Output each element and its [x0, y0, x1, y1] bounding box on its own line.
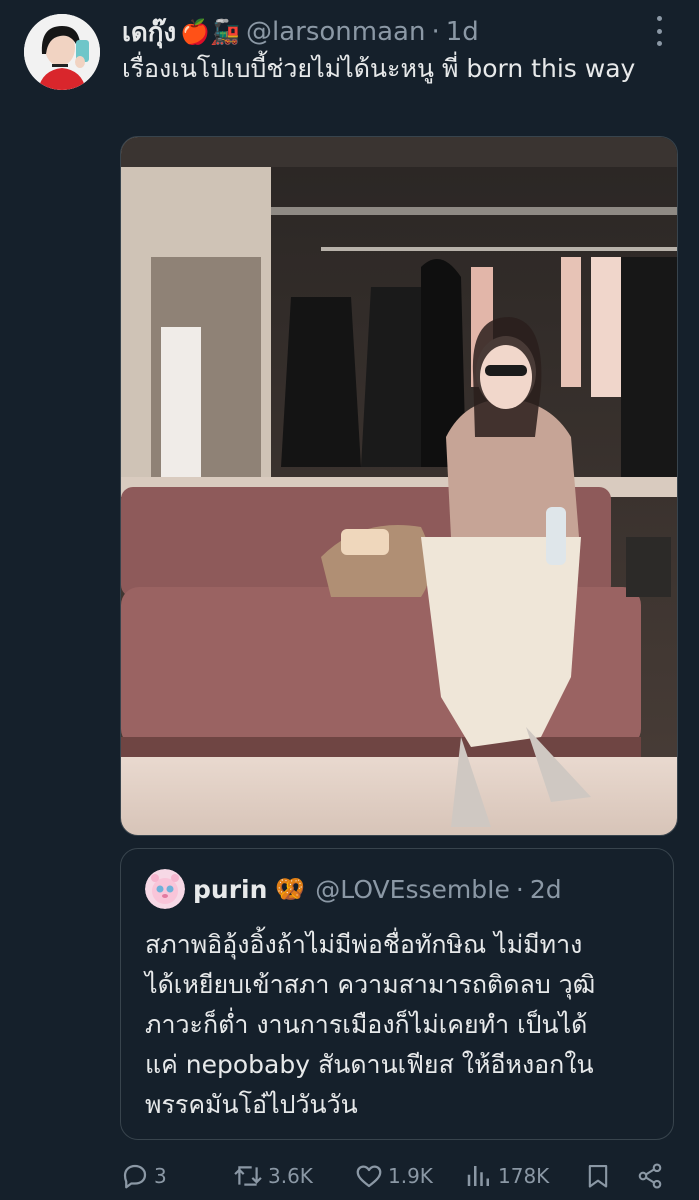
bookmark-icon — [588, 1165, 608, 1188]
quoted-text-line: สภาพอิอุ้งอิ้งถ้าไม่มีพ่อชื่อทักษิณ ไม่ม… — [145, 930, 583, 959]
views-icon — [467, 1166, 489, 1186]
heart-icon — [356, 1165, 382, 1188]
author-avatar[interactable] — [24, 14, 100, 90]
retweet-count: 3.6K — [268, 1164, 313, 1188]
reply-button[interactable]: 3 — [120, 1161, 167, 1191]
tweet-action-bar: 3 3.6K 1.9K 178K — [120, 1156, 670, 1196]
author-avatar-image — [24, 14, 100, 90]
retweet-button[interactable]: 3.6K — [232, 1161, 313, 1191]
quoted-tweet-header: purin 🥨 @LOVEssembIe · 2d — [193, 869, 562, 909]
tweet-header: เดกุ๊ง 🍎🚂 @larsonmaan · 1d — [122, 12, 639, 52]
more-vertical-icon[interactable] — [647, 16, 671, 46]
quoted-author-handle[interactable]: @LOVEssembIe — [315, 875, 510, 904]
header-separator: · — [431, 17, 440, 47]
quoted-author-emoji-badge: 🥨 — [275, 875, 306, 903]
author-emoji-badges: 🍎🚂 — [180, 18, 240, 46]
share-icon — [638, 1163, 662, 1189]
author-handle[interactable]: @larsonmaan — [246, 17, 425, 47]
tweet-timestamp[interactable]: 1d — [446, 17, 479, 47]
quoted-header-separator: · — [515, 874, 524, 904]
share-button[interactable] — [636, 1161, 668, 1191]
tweet-text: เรื่องเนโปเบบี้ช่วยไม่ได้นะหนู พี่ born … — [122, 54, 636, 83]
quoted-text-line: ภาวะก็ต่ำ งานการเมืองก็ไม่เคยทำ เป็นได้ — [145, 1010, 588, 1039]
quoted-tweet-text: สภาพอิอุ้งอิ้งถ้าไม่มีพ่อชื่อทักษิณ ไม่ม… — [145, 925, 655, 1125]
views-button[interactable]: 178K — [464, 1161, 549, 1191]
views-count: 178K — [498, 1164, 550, 1188]
quoted-text-line: พรรคมันโอ๋ไปวันวัน — [145, 1090, 358, 1119]
author-display-name[interactable]: เดกุ๊ง — [122, 12, 176, 53]
quoted-tweet-timestamp[interactable]: 2d — [530, 875, 562, 904]
quoted-tweet[interactable]: purin 🥨 @LOVEssembIe · 2d สภาพอิอุ้งอิ้ง… — [120, 848, 674, 1140]
reply-icon — [123, 1164, 147, 1189]
like-button[interactable]: 1.9K — [354, 1161, 433, 1191]
quoted-author-display-name[interactable]: purin — [193, 875, 267, 904]
like-count: 1.9K — [388, 1164, 433, 1188]
bookmark-button[interactable] — [584, 1161, 616, 1191]
quoted-text-line: แค่ nepobaby สันดานเฟียส ให้อีหงอกใน — [145, 1050, 594, 1079]
media-photo-image — [121, 137, 677, 835]
quoted-author-avatar[interactable] — [145, 869, 185, 909]
reply-count: 3 — [154, 1164, 167, 1188]
retweet-icon — [234, 1166, 262, 1186]
quoted-avatar-image — [145, 869, 185, 909]
quoted-text-line: ได้เหยียบเข้าสภา ความสามารถติดลบ วุฒิ — [145, 970, 596, 999]
tweet-media-photo[interactable] — [120, 136, 678, 836]
